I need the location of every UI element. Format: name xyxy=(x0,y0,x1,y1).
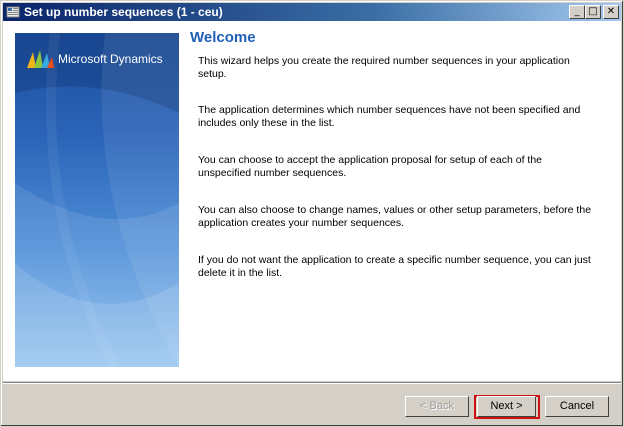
maximize-button[interactable]: □ xyxy=(585,5,601,19)
cancel-button[interactable]: Cancel xyxy=(545,396,609,417)
wizard-side-banner: Microsoft Dynamics xyxy=(15,33,179,367)
logo-text: Microsoft Dynamics xyxy=(58,52,163,66)
back-button[interactable]: < Back xyxy=(405,396,469,417)
close-icon: ✕ xyxy=(606,6,616,17)
window-title: Set up number sequences (1 - ceu) xyxy=(24,5,223,19)
minimize-icon: _ xyxy=(574,6,580,17)
accept-paragraph: You can choose to accept the application… xyxy=(198,154,543,179)
next-button[interactable]: Next > xyxy=(477,396,536,417)
banner-background-graphic xyxy=(15,33,179,367)
maximize-icon: □ xyxy=(588,6,598,17)
wizard-content: Microsoft Dynamics Welcome This wizard h… xyxy=(3,21,621,381)
minimize-button[interactable]: _ xyxy=(569,5,585,19)
window-controls: _ □ ✕ xyxy=(569,5,619,19)
close-button[interactable]: ✕ xyxy=(603,5,619,19)
page-title: Welcome xyxy=(190,29,256,46)
button-separator xyxy=(3,382,621,384)
microsoft-dynamics-logo: Microsoft Dynamics xyxy=(25,48,163,70)
title-bar[interactable]: Set up number sequences (1 - ceu) _ □ ✕ xyxy=(3,3,621,21)
intro-paragraph: This wizard helps you create the require… xyxy=(198,55,570,80)
dynamics-logo-icon xyxy=(27,50,54,68)
delete-paragraph: If you do not want the application to cr… xyxy=(198,254,591,279)
application-icon xyxy=(6,5,20,19)
change-paragraph: You can also choose to change names, val… xyxy=(198,204,592,229)
detection-paragraph: The application determines which number … xyxy=(198,104,581,129)
wizard-window: Set up number sequences (1 - ceu) _ □ ✕ xyxy=(0,0,624,427)
